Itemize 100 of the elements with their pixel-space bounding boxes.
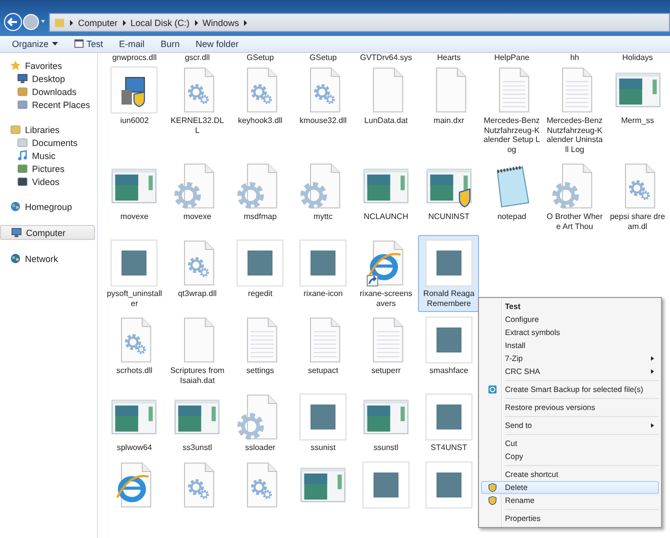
sidebar-item[interactable]: Documents [0, 136, 95, 149]
file-item[interactable]: Mercedes-Benz Nutzfahrzeug-Kalender Uninstall Log [544, 62, 606, 158]
file-name: rixane-screensavers [358, 289, 414, 308]
file-item[interactable]: keyhook3.dll [230, 62, 291, 158]
sidebar-item[interactable]: Homegroup [0, 200, 95, 213]
file-name: KERNEL32.DLL [170, 116, 225, 135]
breadcrumb[interactable]: Local Disk (C:) [130, 18, 190, 28]
file-name: gnwprocs.dll [111, 53, 158, 62]
file-name: regedit [248, 289, 272, 298]
sidebar-item[interactable]: Recent Places [0, 98, 95, 111]
star-icon [10, 60, 21, 71]
sidebar-item[interactable]: Videos [0, 175, 95, 188]
thumbnail-icon [424, 315, 474, 365]
window-icon [74, 39, 84, 49]
file-item[interactable]: settings [230, 312, 291, 389]
sidebar-item[interactable]: Desktop [0, 72, 95, 85]
file-name: ssunstl [374, 443, 398, 452]
sidebar-item[interactable]: Network [0, 252, 95, 265]
submenu-arrow-icon [651, 369, 654, 374]
sidebar-item[interactable]: Favorites [0, 59, 95, 72]
file-name: ssloader [245, 443, 276, 452]
file-item[interactable]: Ronald Reaga Remembere [418, 235, 480, 312]
back-forward-icon[interactable] [3, 12, 47, 32]
monitor-icon [11, 227, 22, 238]
file-item[interactable]: Mercedes-Benz Nutzfahrzeug-Kalender Setup Log [481, 62, 542, 158]
file-item[interactable]: movexe [166, 158, 228, 235]
chevron-icon [70, 20, 73, 26]
file-item[interactable]: kmouse32.dll [292, 62, 354, 158]
submenu-arrow-icon [651, 423, 654, 428]
chevron-icon [194, 20, 198, 26]
file-item[interactable]: ssunstl [356, 389, 416, 456]
file-name: HelpPane [493, 53, 530, 62]
thumbnail-icon [424, 460, 474, 510]
file-item[interactable]: ST4UNST [418, 389, 480, 456]
file-name: Merm_ss [621, 116, 654, 126]
file-item[interactable]: LunData.dat [356, 62, 416, 158]
folder-icon [17, 86, 28, 97]
file-name: rixane-icon [304, 289, 343, 298]
file-name: splwow64 [116, 443, 152, 452]
file-item[interactable]: msdfmap [230, 158, 291, 235]
chevron-icon [244, 20, 248, 26]
file-item[interactable]: O Brother Where Art Thou [544, 158, 606, 235]
file-item[interactable]: Merm_ss [607, 62, 668, 158]
sidebar-item[interactable]: Libraries [0, 123, 95, 136]
toolbar-button[interactable]: New folder [188, 37, 247, 51]
file-name: O Brother Where Art Thou [546, 212, 604, 231]
file-name: settings [246, 366, 274, 376]
file-item[interactable]: myttc [292, 158, 354, 235]
caret-icon [52, 42, 58, 46]
address-bar[interactable]: Computer Local Disk (C:) Windows [49, 13, 670, 32]
file-name: qt3wrap.dll [178, 289, 217, 298]
file-item[interactable]: NCLAUNCH [356, 158, 416, 235]
sidebar-item[interactable]: Downloads [0, 85, 95, 98]
file-name: NCLAUNCH [364, 212, 408, 222]
file-item[interactable]: pysoft_uninstaller [104, 235, 165, 312]
file-item[interactable]: KERNEL32.DLL [166, 62, 228, 158]
file-item[interactable]: NCUNINST [418, 158, 480, 235]
toolbar-button[interactable]: Organize [4, 37, 66, 51]
file-name: iun6002 [120, 116, 149, 126]
file-item[interactable]: ss3unstl [166, 389, 228, 456]
file-item[interactable]: notepad [481, 158, 542, 235]
file-name: Holidays [621, 53, 654, 62]
sidebar-item[interactable]: Music [0, 149, 95, 162]
desktop-icon [17, 73, 28, 84]
file-item[interactable]: Scriptures from Isaiah.dat [166, 312, 228, 389]
file-name: main.dxr [434, 116, 464, 126]
file-name: GVTDrv64.sys [358, 53, 413, 62]
file-name: pepsi share dream.dl [609, 212, 666, 231]
file-name: setuperr [371, 366, 401, 376]
file-item[interactable]: main.dxr [418, 62, 480, 158]
file-item[interactable]: splwow64 [104, 389, 165, 456]
submenu-arrow-icon [651, 356, 654, 361]
file-name: hh [569, 53, 580, 62]
breadcrumb[interactable]: Windows [202, 18, 240, 28]
file-name: myttc [314, 212, 333, 222]
file-item[interactable]: qt3wrap.dll [166, 235, 228, 312]
file-name: notepad [497, 212, 526, 222]
file-item[interactable]: setuperr [356, 312, 416, 389]
file-item[interactable]: scrhots.dll [104, 312, 165, 389]
file-item[interactable]: regedit [230, 235, 291, 312]
file-item[interactable]: pepsi share dream.dl [607, 158, 668, 235]
file-item[interactable]: ssunist [292, 389, 354, 456]
toolbar-button[interactable]: E-mail [111, 37, 153, 51]
file-item[interactable]: smashface [418, 312, 480, 389]
breadcrumb[interactable]: Computer [78, 18, 118, 28]
file-item[interactable]: rixane-icon [292, 235, 354, 312]
toolbar-button[interactable]: Test [66, 37, 112, 51]
file-item[interactable]: rixane-screensavers [356, 235, 416, 312]
file-name: scrhots.dll [116, 366, 152, 376]
toolbar-button[interactable]: Burn [152, 37, 188, 51]
file-item[interactable]: movexe [104, 158, 165, 235]
file-item[interactable]: setupact [292, 312, 354, 389]
file-name: NCUNINST [428, 212, 470, 222]
file-name: keyhook3.dll [238, 116, 282, 126]
file-item[interactable]: ssloader [230, 389, 291, 456]
sidebar-item[interactable]: Computer [0, 225, 95, 240]
file-name: pysoft_uninstaller [106, 289, 163, 308]
sidebar-item[interactable]: Pictures [0, 162, 95, 175]
file-item[interactable]: iun6002 [104, 62, 165, 158]
file-name: Scriptures from Isaiah.dat [169, 366, 226, 385]
